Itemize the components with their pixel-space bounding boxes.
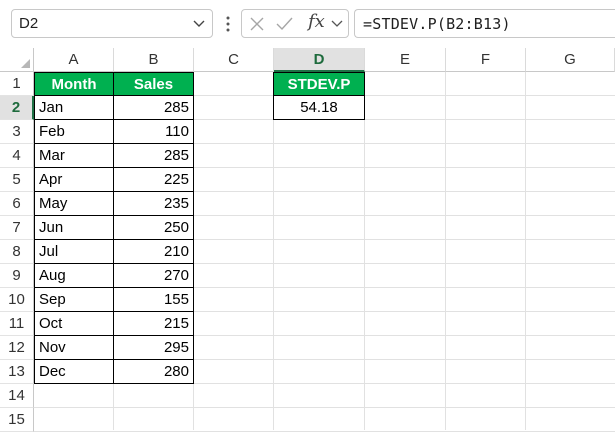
cell-month[interactable]: Jul (34, 240, 114, 264)
column-header-b[interactable]: B (114, 48, 194, 72)
cell-month[interactable]: Jan (34, 96, 114, 120)
cell-month[interactable]: Aug (34, 264, 114, 288)
row-header-10[interactable]: 10 (0, 288, 34, 312)
cell-month[interactable]: Mar (34, 144, 114, 168)
cell-sales[interactable]: 110 (114, 120, 194, 144)
row-header-5[interactable]: 5 (0, 168, 34, 192)
gridline (445, 72, 446, 430)
cell-month[interactable]: Sep (34, 288, 114, 312)
cell-sales[interactable]: 210 (114, 240, 194, 264)
cell-sales[interactable]: 235 (114, 192, 194, 216)
select-all-triangle-icon (21, 59, 30, 68)
row-header-11[interactable]: 11 (0, 312, 34, 336)
gridline (525, 72, 526, 430)
cell-sales[interactable]: 225 (114, 168, 194, 192)
row-header-8[interactable]: 8 (0, 240, 34, 264)
gridline (364, 72, 365, 430)
header-sales[interactable]: Sales (114, 72, 194, 96)
select-all-corner[interactable] (0, 48, 34, 72)
cell-sales[interactable]: 215 (114, 312, 194, 336)
cell-sales[interactable]: 285 (114, 144, 194, 168)
formula-controls: fx (241, 9, 349, 38)
row-header-15[interactable]: 15 (0, 408, 34, 432)
cell-month[interactable]: Dec (34, 360, 114, 384)
column-header-c[interactable]: C (194, 48, 274, 72)
enter-check-icon[interactable] (276, 17, 293, 31)
cell-sales[interactable]: 270 (114, 264, 194, 288)
cell-sales[interactable]: 250 (114, 216, 194, 240)
cell-month[interactable]: Feb (34, 120, 114, 144)
stdev-header-cell[interactable]: STDEV.P (273, 72, 365, 96)
name-box-value: D2 (19, 15, 39, 32)
column-header-d[interactable]: D (274, 48, 365, 72)
row-header-1[interactable]: 1 (0, 72, 34, 96)
gridline (273, 72, 274, 430)
cell-sales[interactable]: 155 (114, 288, 194, 312)
row-header-4[interactable]: 4 (0, 144, 34, 168)
column-header-e[interactable]: E (365, 48, 446, 72)
insert-function-button[interactable]: fx (308, 11, 325, 32)
gridline (34, 407, 615, 408)
row-header-7[interactable]: 7 (0, 216, 34, 240)
row-header-14[interactable]: 14 (0, 384, 34, 408)
cancel-icon[interactable] (250, 17, 264, 31)
row-header-12[interactable]: 12 (0, 336, 34, 360)
row-header-3[interactable]: 3 (0, 120, 34, 144)
column-header-f[interactable]: F (446, 48, 526, 72)
row-header-9[interactable]: 9 (0, 264, 34, 288)
cell-month[interactable]: May (34, 192, 114, 216)
header-month[interactable]: Month (34, 72, 114, 96)
formula-text: =STDEV.P(B2:B13) (363, 15, 511, 33)
cell-month[interactable]: Apr (34, 168, 114, 192)
cell-sales[interactable]: 295 (114, 336, 194, 360)
cell-month[interactable]: Jun (34, 216, 114, 240)
cell-month[interactable]: Oct (34, 312, 114, 336)
stdev-result-cell[interactable]: 54.18 (273, 96, 365, 120)
row-header-6[interactable]: 6 (0, 192, 34, 216)
name-box[interactable]: D2 (11, 9, 213, 38)
formula-bar: D2 fx =STDEV.P(B2:B13) (0, 0, 615, 48)
row-header-2[interactable]: 2 (0, 96, 34, 120)
more-options-icon[interactable] (226, 15, 230, 33)
cell-sales[interactable]: 285 (114, 96, 194, 120)
formula-input[interactable]: =STDEV.P(B2:B13) (354, 9, 615, 38)
chevron-down-icon[interactable] (192, 16, 206, 30)
column-header-g[interactable]: G (526, 48, 615, 72)
cell-month[interactable]: Nov (34, 336, 114, 360)
row-header-13[interactable]: 13 (0, 360, 34, 384)
cell-sales[interactable]: 280 (114, 360, 194, 384)
chevron-down-icon[interactable] (331, 17, 343, 29)
column-header-a[interactable]: A (34, 48, 114, 72)
